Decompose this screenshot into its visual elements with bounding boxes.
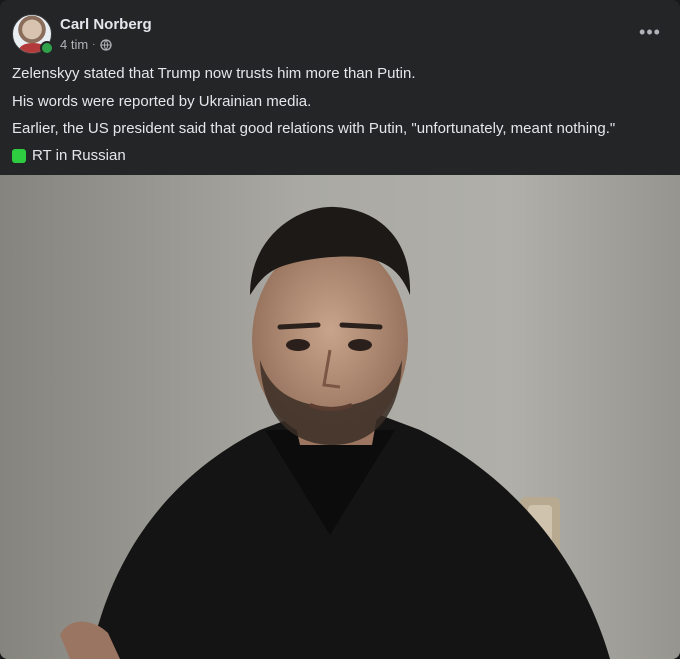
post-text-line-source: RT in Russian (12, 146, 126, 166)
post-header: Carl Norberg 4 tim · ••• (12, 14, 668, 55)
post-text-line: Zelenskyy stated that Trump now trusts h… (12, 65, 416, 82)
photo-illustration (0, 175, 680, 659)
post-text-line: Earlier, the US president said that good… (12, 120, 616, 137)
feed-post: Carl Norberg 4 tim · ••• Zelenskyy state… (0, 0, 680, 659)
green-square-icon (12, 149, 26, 163)
post-text-line: His words were reported by Ukrainian med… (12, 93, 312, 110)
more-horizontal-icon: ••• (639, 21, 661, 42)
post-timestamp[interactable]: 4 tim (60, 37, 88, 52)
more-options-button[interactable]: ••• (632, 18, 668, 46)
globe-icon[interactable] (99, 38, 112, 51)
source-label: RT in Russian (32, 147, 126, 164)
post-meta: 4 tim · (60, 37, 112, 52)
meta-separator: · (92, 39, 96, 50)
author-name[interactable]: Carl Norberg (60, 16, 152, 33)
author-avatar[interactable] (12, 14, 54, 55)
post-photo[interactable] (0, 175, 680, 659)
online-status-icon (40, 41, 54, 55)
